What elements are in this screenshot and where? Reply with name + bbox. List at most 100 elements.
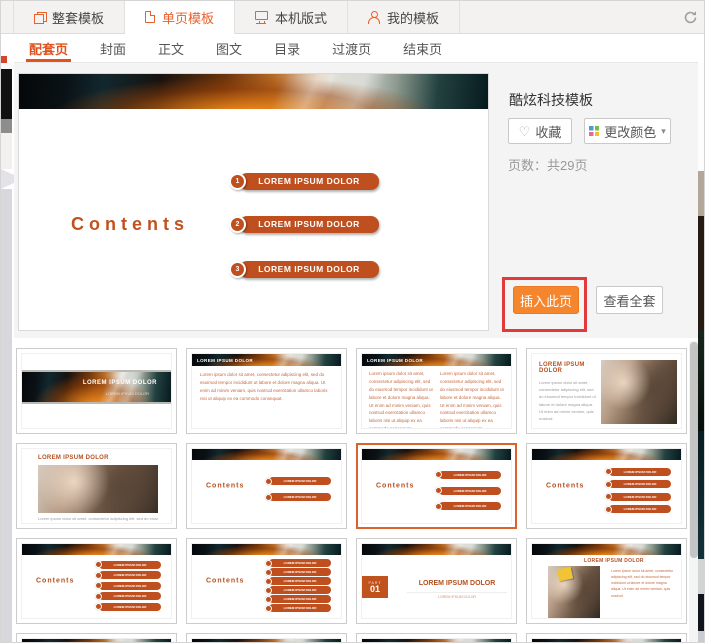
background-app-fragment — [698, 631, 704, 642]
slide-banner-image — [362, 639, 511, 642]
thumbnail-two-column-text[interactable]: LOREM IPSUM DOLOR Lorem ipsum dolor sit … — [356, 348, 517, 434]
contents-bar: LOREM IPSUM DOLOR — [265, 559, 331, 567]
template-dialog: 整套模板 单页模板 本机版式 我的模板 配套页 封面 正文 图文 目录 过渡页 … — [0, 0, 705, 643]
background-app-fragment — [698, 171, 704, 216]
category-ending[interactable]: 结束页 — [403, 34, 442, 62]
background-app-fragment — [1, 119, 12, 133]
favorite-button[interactable]: ♡ 收藏 — [508, 118, 572, 144]
slide-banner-image — [22, 544, 171, 555]
scrollbar-thumb[interactable] — [689, 342, 698, 558]
background-app-fragment — [698, 431, 704, 559]
slide-banner-image — [22, 639, 171, 642]
contents-bar: LOREM IPSUM DOLOR — [435, 470, 501, 479]
contents-bar: LOREM IPSUM DOLOR — [95, 560, 161, 569]
contents-bar: LOREM IPSUM DOLOR — [265, 595, 331, 603]
slide-banner-image: LOREM IPSUM DOLOR LOREM IPSUM DOLOR — [22, 370, 171, 404]
template-title: 酷炫科技模板 — [509, 92, 593, 108]
background-app-fragment — [1, 133, 12, 169]
contents-bar: LOREM IPSUM DOLOR — [95, 581, 161, 590]
contents-item-2: 2 LOREM IPSUM DOLOR — [229, 215, 384, 233]
thumbnail-contents-3-selected[interactable]: Contents LOREM IPSUM DOLOR LOREM IPSUM D… — [356, 443, 517, 529]
slide-banner-image — [362, 544, 511, 555]
refresh-icon[interactable] — [683, 10, 698, 25]
monitor-icon — [255, 11, 269, 24]
category-bar: 配套页 封面 正文 图文 目录 过渡页 结束页 — [14, 34, 698, 63]
thumbnail-partial[interactable] — [526, 633, 687, 642]
slide-banner-image — [362, 449, 511, 460]
contents-item-1: 1 LOREM IPSUM DOLOR — [229, 172, 384, 190]
slide-banner-image — [192, 449, 341, 460]
thumbnail-grid: LOREM IPSUM DOLOR LOREM IPSUM DOLOR LORE… — [16, 348, 688, 642]
background-app-fragment — [1, 189, 12, 642]
thumbnail-contents-2[interactable]: Contents LOREM IPSUM DOLOR LOREM IPSUM D… — [186, 443, 347, 529]
thumbnail-part-01[interactable]: PART 01 LOREM IPSUM DOLOR LOREM IPSUM DO… — [356, 538, 517, 624]
background-app-fragment — [698, 331, 704, 431]
thumbnail-contents-4[interactable]: Contents LOREM IPSUM DOLOR LOREM IPSUM D… — [526, 443, 687, 529]
background-app-fragment — [698, 216, 704, 331]
tab-single-page-templates[interactable]: 单页模板 — [125, 1, 236, 34]
thumbnail-contents-5[interactable]: Contents LOREM IPSUM DOLOR LOREM IPSUM D… — [16, 538, 177, 624]
contents-item-3: 3 LOREM IPSUM DOLOR — [229, 260, 384, 278]
contents-bar: LOREM IPSUM DOLOR — [265, 568, 331, 576]
thumbnail-title-photo[interactable]: LOREM IPSUM DOLOR Lorem ipsum dolor sit … — [526, 348, 687, 434]
user-icon — [368, 11, 381, 24]
contents-bar: LOREM IPSUM DOLOR — [95, 602, 161, 611]
contents-bar: LOREM IPSUM DOLOR — [435, 502, 501, 511]
thumbnail-photo-page[interactable]: LOREM IPSUM DOLOR Lorem ipsum dolor sit … — [16, 443, 177, 529]
item-number-badge: 2 — [229, 215, 246, 233]
item-bar-label: LOREM IPSUM DOLOR — [239, 260, 379, 278]
business-people-photo — [601, 360, 677, 424]
change-color-button[interactable]: 更改颜色 ▾ — [584, 118, 671, 144]
contents-bar: LOREM IPSUM DOLOR — [265, 493, 331, 501]
tab-label: 我的模板 — [387, 10, 440, 26]
thumbnail-cover[interactable]: LOREM IPSUM DOLOR LOREM IPSUM DOLOR — [16, 348, 177, 434]
contents-bar: LOREM IPSUM DOLOR — [605, 492, 671, 501]
contents-bar: LOREM IPSUM DOLOR — [265, 586, 331, 594]
part-number-box: PART 01 — [362, 576, 388, 598]
thumbnail-partial[interactable] — [186, 633, 347, 642]
tab-full-templates[interactable]: 整套模板 — [13, 1, 126, 33]
page-icon — [145, 11, 156, 23]
thumbnail-text-page[interactable]: LOREM IPSUM DOLOR Lorem ipsum dolor sit … — [186, 348, 347, 434]
background-app-fragment — [698, 559, 704, 594]
slide-preview[interactable]: Contents 1 LOREM IPSUM DOLOR 2 LOREM IPS… — [18, 73, 489, 331]
business-people-photo — [38, 465, 158, 513]
item-bar-label: LOREM IPSUM DOLOR — [239, 172, 379, 190]
slide-banner-image — [532, 449, 681, 460]
category-cover[interactable]: 封面 — [100, 34, 126, 62]
view-full-set-button[interactable]: 查看全套 — [596, 286, 663, 314]
slide-banner-image — [532, 639, 681, 642]
woman-with-folder-photo — [548, 566, 600, 618]
slide-banner-image — [192, 544, 341, 555]
category-text-image[interactable]: 图文 — [216, 34, 242, 62]
thumbnail-photo-text[interactable]: LOREM IPSUM DOLOR Lorem ipsum dolor sit … — [526, 538, 687, 624]
tab-label: 本机版式 — [275, 10, 328, 26]
category-matching-pages[interactable]: 配套页 — [25, 34, 72, 62]
background-app-fragment — [698, 63, 704, 171]
thumbnail-contents-6[interactable]: Contents LOREM IPSUM DOLOR LOREM IPSUM D… — [186, 538, 347, 624]
tutorial-highlight-box — [502, 277, 587, 332]
thumbnail-partial[interactable] — [356, 633, 517, 642]
contents-bar: LOREM IPSUM DOLOR — [265, 577, 331, 585]
category-body[interactable]: 正文 — [158, 34, 184, 62]
contents-bar: LOREM IPSUM DOLOR — [265, 477, 331, 485]
slide-banner-image — [192, 639, 341, 642]
contents-heading: Contents — [71, 214, 189, 234]
background-app-fragment — [1, 69, 12, 119]
tab-my-templates[interactable]: 我的模板 — [348, 1, 461, 33]
tab-local-layouts[interactable]: 本机版式 — [235, 1, 349, 33]
thumbnail-partial[interactable] — [16, 633, 177, 642]
category-transition[interactable]: 过渡页 — [332, 34, 371, 62]
page-count-label: 页数：共29页 — [508, 158, 588, 173]
tab-label: 整套模板 — [52, 10, 105, 26]
slide-banner-image — [19, 74, 488, 109]
contents-bar: LOREM IPSUM DOLOR — [605, 467, 671, 476]
contents-bar: LOREM IPSUM DOLOR — [435, 486, 501, 495]
contents-bar: LOREM IPSUM DOLOR — [95, 592, 161, 600]
contents-bar: LOREM IPSUM DOLOR — [265, 604, 331, 612]
contents-bar: LOREM IPSUM DOLOR — [95, 571, 161, 579]
category-toc[interactable]: 目录 — [274, 34, 300, 62]
background-app-fragment — [698, 594, 704, 631]
tab-label: 单页模板 — [162, 10, 215, 26]
contents-bar: LOREM IPSUM DOLOR — [605, 480, 671, 489]
